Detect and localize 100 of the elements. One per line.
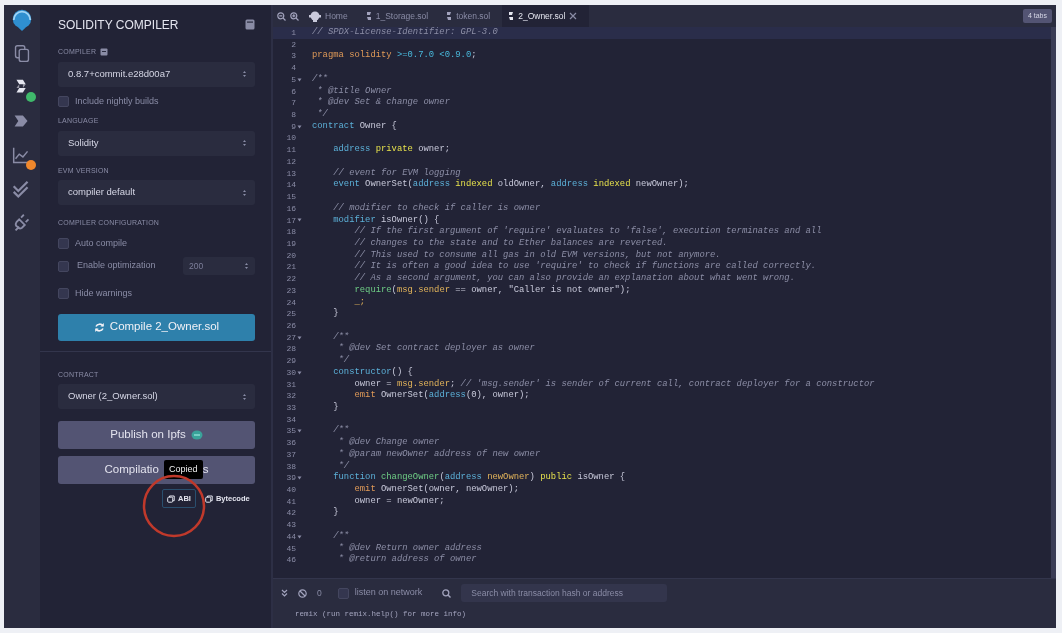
- code-line: // modifier to check if caller is owner: [332, 202, 541, 215]
- checkbox[interactable]: [58, 260, 69, 272]
- fold-arrow-icon[interactable]: [297, 77, 302, 82]
- code-line: address private owner;: [332, 144, 450, 156]
- line-number: 4: [291, 62, 296, 74]
- fold-arrow-icon[interactable]: [297, 124, 302, 129]
- fold-arrow-icon[interactable]: [297, 335, 302, 340]
- close-icon[interactable]: [569, 12, 578, 20]
- code-line: // It is often a good idea to use 'require' to check if functions are called correctly.: [353, 261, 817, 273]
- code-line: emit OwnerSet(owner, newOwner);: [353, 484, 519, 496]
- line-number: 9: [291, 120, 296, 133]
- select-arrows-icon: [244, 261, 249, 271]
- zoom-out-icon[interactable]: [277, 11, 286, 21]
- checkbox[interactable]: [337, 587, 349, 599]
- code-line: owner = msg.sender; // 'msg.sender' is sender of current call, contract deployer for a constructor: [353, 378, 875, 390]
- panel-title: SOLIDITY COMPILER: [58, 16, 179, 34]
- code-line: emit OwnerSet(address(0), owner);: [353, 390, 530, 402]
- solidity-icon: [508, 11, 515, 21]
- line-number: 17: [286, 214, 296, 227]
- line-number: 6: [291, 85, 296, 98]
- line-number: 23: [286, 284, 296, 297]
- editor-tab[interactable]: 2_Owner.sol: [502, 5, 590, 27]
- select-field[interactable]: Owner (2_Owner.sol): [58, 384, 255, 409]
- select-arrows-icon: [242, 187, 247, 198]
- checkbox[interactable]: [58, 95, 69, 107]
- line-number: 16: [286, 202, 296, 215]
- collapse-icon[interactable]: [281, 589, 288, 597]
- select-field[interactable]: Solidity: [58, 130, 255, 156]
- search-icon[interactable]: [442, 588, 452, 598]
- code-line: contract Owner {: [311, 120, 397, 133]
- fold-arrow-icon[interactable]: [297, 476, 302, 481]
- checkbox[interactable]: [58, 288, 69, 300]
- line-number: 24: [286, 296, 296, 309]
- code-line: pragma solidity >=0.7.0 <0.9.0;: [311, 50, 477, 63]
- clear-icon[interactable]: [298, 588, 307, 598]
- code-line: // SPDX-License-Identifier: GPL-3.0: [311, 27, 498, 39]
- line-number: 13: [286, 167, 296, 180]
- documentation-icon[interactable]: [245, 19, 255, 30]
- line-number: 21: [286, 261, 296, 274]
- line-number: 27: [286, 331, 296, 344]
- line-number: 41: [286, 495, 296, 508]
- editor-tab[interactable]: Home: [303, 5, 360, 27]
- fold-arrow-icon[interactable]: [297, 429, 302, 434]
- code-line: constructor() {: [332, 366, 413, 379]
- checkbox[interactable]: [58, 237, 69, 249]
- fold-arrow-icon[interactable]: [297, 370, 302, 375]
- compile-button[interactable]: Compile 2_Owner.sol: [58, 313, 255, 341]
- line-number: 31: [286, 378, 296, 391]
- line-number: 3: [291, 50, 296, 63]
- publish-button[interactable]: Publish on Ipfs: [58, 421, 255, 449]
- zoom-in-icon[interactable]: [290, 11, 299, 21]
- line-number: 42: [286, 507, 296, 520]
- line-number: 30: [286, 366, 296, 379]
- copy-icon: [204, 494, 213, 503]
- code-line: // changes to the state and to Ether balances are reverted.: [353, 237, 668, 250]
- select-field[interactable]: compiler default: [58, 180, 255, 205]
- remix-icon: [309, 10, 321, 22]
- fold-arrow-icon[interactable]: [297, 534, 302, 539]
- line-number: 8: [291, 109, 296, 121]
- code-line: * @dev Set contract deployer as owner: [337, 343, 535, 355]
- code-line: /**: [332, 530, 350, 543]
- code-line: }: [332, 402, 339, 414]
- line-number: 37: [286, 448, 296, 461]
- fold-arrow-icon[interactable]: [297, 218, 302, 223]
- line-number: 11: [286, 144, 296, 156]
- line-number: 45: [286, 542, 296, 555]
- editor-tab[interactable]: 1_Storage.sol: [359, 5, 441, 27]
- info-icon[interactable]: [100, 48, 109, 57]
- line-number: 44: [286, 530, 296, 543]
- editor-tab[interactable]: token.sol: [440, 5, 503, 27]
- line-number: 40: [286, 484, 296, 496]
- line-number: 18: [286, 226, 296, 238]
- line-number: 10: [286, 132, 296, 145]
- checkbox-label: Auto compile: [75, 236, 128, 250]
- line-number: 29: [286, 355, 296, 367]
- logo-icon[interactable]: [10, 7, 34, 33]
- select-arrows-icon: [242, 69, 247, 79]
- line-number: 12: [286, 155, 296, 168]
- code-line: event OwnerSet(address indexed oldOwner, address indexed newOwner);: [332, 179, 689, 192]
- line-number: 34: [286, 413, 296, 426]
- line-number: 39: [286, 472, 296, 485]
- select-arrows-icon: [242, 138, 247, 148]
- line-number: 32: [286, 390, 296, 402]
- ipfs-icon: [190, 430, 203, 440]
- checkbox-label: Enable optimization: [77, 259, 156, 273]
- copy-icon: [167, 494, 175, 503]
- line-number: 22: [286, 273, 296, 285]
- code-line: /**: [311, 73, 328, 86]
- code-line: // This used to consume all gas in old EVM versions, but not anymore.: [353, 249, 721, 261]
- scrollbar[interactable]: [1051, 27, 1056, 578]
- line-number: 38: [286, 460, 296, 473]
- line-number: 36: [286, 437, 296, 449]
- line-number: 28: [286, 343, 296, 356]
- code-line: * @return address of owner: [337, 554, 477, 567]
- code-line: // If the first argument of 'require' evaluates to 'false', execution terminates and all: [353, 226, 822, 238]
- code-line: * @dev Change owner: [337, 437, 440, 449]
- select-arrows-icon: [242, 391, 247, 402]
- search-field[interactable]: Search with transaction hash or address: [461, 584, 668, 602]
- line-number: 15: [286, 191, 296, 203]
- select-field[interactable]: 0.8.7+commit.e28d00a7: [58, 61, 255, 87]
